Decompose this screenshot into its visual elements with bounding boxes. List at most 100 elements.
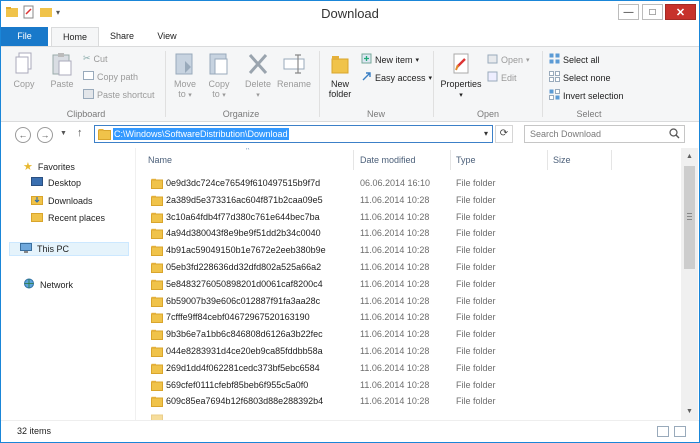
table-row[interactable]: 3c10a64fdb4f77d380c761e644bec7ba 11.06.20… <box>136 209 681 226</box>
folder-icon <box>151 228 163 241</box>
new-folder-button[interactable]: New folder <box>325 51 355 99</box>
address-bar[interactable]: C:\Windows\SoftwareDistribution\Download… <box>94 125 493 143</box>
table-row[interactable]: 9b3b6e7a1bb6c846808d6126a3b22fec 11.06.20… <box>136 326 681 343</box>
maximize-button[interactable]: □ <box>642 4 663 20</box>
copy-path-button[interactable]: Copy path <box>83 71 138 82</box>
scroll-up-icon[interactable]: ▲ <box>681 148 698 165</box>
file-date: 11.06.2014 10:28 <box>360 194 430 205</box>
table-row[interactable]: 5e8483276050898201d0061caf8200c4 11.06.20… <box>136 276 681 293</box>
tab-home[interactable]: Home <box>51 27 99 46</box>
select-none-button[interactable]: Select none <box>549 71 611 84</box>
move-to-label-1: Move <box>173 79 196 89</box>
refresh-icon: ⟳ <box>499 128 509 139</box>
refresh-button[interactable]: ⟳ <box>495 125 513 143</box>
file-type: File folder <box>456 211 496 222</box>
back-button[interactable]: ← <box>15 127 31 143</box>
select-none-label: Select none <box>563 72 611 83</box>
move-to-caret-icon: ▾ <box>188 92 192 99</box>
table-row[interactable]: 0e9d3dc724ce76549f610497515b9f7d 06.06.20… <box>136 175 681 192</box>
favorites-label: Favorites <box>37 161 75 172</box>
table-row[interactable]: 044e8283931d4ce20eb9ca85fddbb58a 11.06.20… <box>136 343 681 360</box>
close-button[interactable]: ✕ <box>665 4 696 20</box>
scroll-down-icon[interactable]: ▼ <box>681 403 698 420</box>
vertical-scrollbar[interactable]: ▲ ▼ <box>681 148 698 420</box>
easy-access-label: Easy access <box>375 72 426 83</box>
cut-label: Cut <box>93 53 108 64</box>
copy-button[interactable]: Copy <box>11 51 37 89</box>
nav-item-desktop[interactable]: Desktop <box>31 177 81 189</box>
new-item-button[interactable]: New item ▾ <box>361 53 419 66</box>
table-row[interactable]: 4a94d380043f8e9be9f51dd2b34c0040 11.06.20… <box>136 225 681 242</box>
scroll-thumb[interactable] <box>684 166 695 269</box>
file-name: 269d1dd4f062281cedc373bf5ebc6584 <box>166 362 320 373</box>
file-name: 2a389d5e373316ac604f871b2caa09e5 <box>166 194 323 205</box>
details-view-icon[interactable] <box>657 426 669 437</box>
invert-selection-button[interactable]: Invert selection <box>549 89 624 102</box>
table-row[interactable]: 269d1dd4f062281cedc373bf5ebc6584 11.06.20… <box>136 360 681 377</box>
address-path[interactable]: C:\Windows\SoftwareDistribution\Download <box>113 128 289 140</box>
file-date: 11.06.2014 10:28 <box>360 278 430 289</box>
properties-button[interactable]: Properties ▾ <box>439 51 483 99</box>
column-header-name[interactable]: Name ^ <box>136 148 354 170</box>
up-arrow-icon[interactable]: ↑ <box>77 127 83 139</box>
file-date: 11.06.2014 10:28 <box>360 262 430 272</box>
paste-label: Paste <box>50 79 74 89</box>
copy-to-button[interactable]: Copy to ▾ <box>205 51 233 99</box>
paste-button[interactable]: Paste <box>47 51 77 89</box>
nav-item-this-pc[interactable]: This PC <box>9 242 129 256</box>
copy-to-icon <box>209 53 228 75</box>
minimize-button[interactable]: — <box>618 4 639 20</box>
downloads-icon <box>31 194 43 207</box>
select-all-button[interactable]: Select all <box>549 53 600 66</box>
delete-label: Delete <box>244 79 271 89</box>
edit-icon <box>487 71 498 84</box>
folder-icon <box>151 212 163 225</box>
easy-access-caret-icon: ▾ <box>428 74 433 82</box>
new-item-icon <box>361 53 372 66</box>
table-row[interactable]: 609c85ea7694b12f6803d88e288392b4 11.06.20… <box>136 393 681 410</box>
open-button[interactable]: Open ▾ <box>487 53 530 66</box>
file-name: 6b59007b39e606c012887f91fa3aa28c <box>166 295 321 306</box>
edit-button[interactable]: Edit <box>487 71 517 84</box>
nav-item-network[interactable]: Network <box>23 278 73 291</box>
forward-button[interactable]: → <box>37 127 53 143</box>
search-box[interactable]: Search Download <box>524 125 685 143</box>
address-dropdown-icon[interactable]: ▾ <box>484 129 488 138</box>
table-row[interactable]: 6b59007b39e606c012887f91fa3aa28c 11.06.20… <box>136 293 681 310</box>
table-row-partial[interactable] <box>136 410 681 420</box>
tab-file[interactable]: File <box>1 27 48 46</box>
folder-icon <box>151 380 163 393</box>
delete-button[interactable]: Delete ▾ <box>243 51 273 99</box>
cut-button[interactable]: ✂ Cut <box>83 53 108 64</box>
move-to-button[interactable]: Move to ▾ <box>171 51 199 99</box>
recent-places-icon <box>31 211 43 224</box>
file-type: File folder <box>456 312 496 323</box>
recent-locations-icon[interactable]: ▼ <box>60 130 67 137</box>
large-icons-view-icon[interactable] <box>674 426 686 437</box>
minimize-icon: — <box>623 6 634 18</box>
nav-item-recent-places[interactable]: Recent places <box>31 211 105 224</box>
file-name: 9b3b6e7a1bb6c846808d6126a3b22fec <box>166 329 323 340</box>
table-row[interactable]: 2a389d5e373316ac604f871b2caa09e5 11.06.20… <box>136 192 681 209</box>
invert-selection-icon <box>549 89 560 102</box>
column-header-size[interactable]: Size <box>548 150 612 170</box>
table-row[interactable]: 7cfffe9ff84cebf04672967520163190 11.06.20… <box>136 309 681 326</box>
column-header-date[interactable]: Date modified <box>354 150 451 170</box>
item-count: 32 items <box>17 426 52 436</box>
edit-label: Edit <box>501 72 517 83</box>
easy-access-button[interactable]: Easy access ▾ <box>361 71 432 84</box>
table-row[interactable]: 05eb3fd228636dd32dfd802a525a66a2 11.06.20… <box>136 259 681 276</box>
nav-item-downloads[interactable]: Downloads <box>31 194 93 207</box>
rename-button[interactable]: Rename <box>277 51 311 89</box>
nav-item-favorites[interactable]: ★ Favorites <box>23 160 75 173</box>
table-row[interactable]: 569cfef0111cfebf85beb6f955c5a0f0 11.06.20… <box>136 377 681 394</box>
properties-caret-icon: ▾ <box>459 92 463 99</box>
paste-shortcut-button[interactable]: Paste shortcut <box>83 89 155 101</box>
table-row[interactable]: 4b91ac59049150b1e7672e2eeb380b9e 11.06.20… <box>136 242 681 259</box>
column-header-type[interactable]: Type <box>451 150 548 170</box>
file-type: File folder <box>456 329 496 340</box>
tab-view[interactable]: View <box>152 27 182 46</box>
group-divider <box>542 51 543 117</box>
tab-share[interactable]: Share <box>105 27 139 46</box>
ribbon-tabs: File Home Share View ⌃ ? <box>1 27 699 67</box>
